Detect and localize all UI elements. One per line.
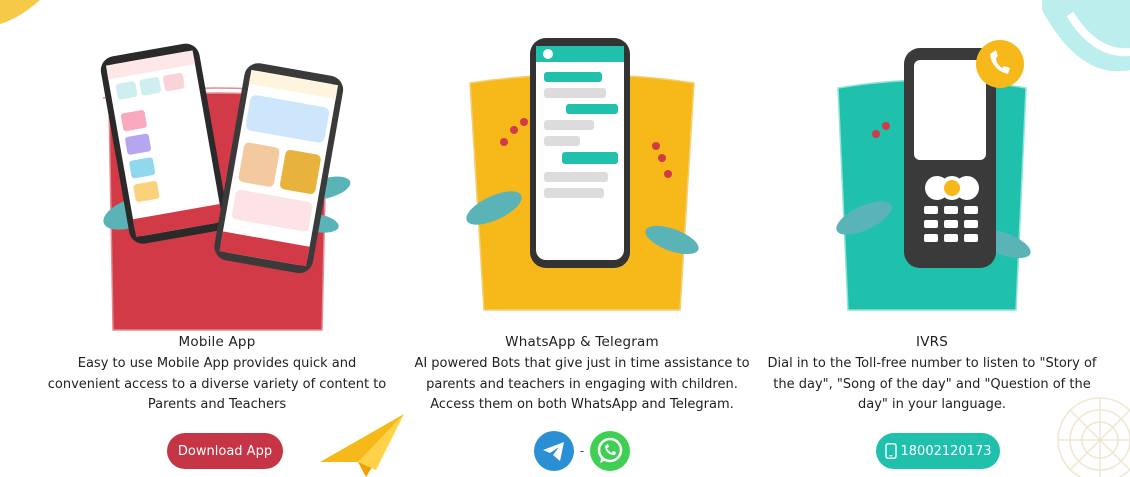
- download-app-button[interactable]: Download App: [167, 433, 283, 469]
- call-tollfree-button[interactable]: 18002120173: [876, 433, 1000, 469]
- separator: -: [579, 444, 585, 458]
- feature-title: IVRS: [916, 334, 948, 350]
- feature-description: Easy to use Mobile App provides quick an…: [47, 356, 387, 412]
- feature-phone-illustration: [836, 40, 1031, 311]
- feature-title: WhatsApp & Telegram: [505, 334, 659, 350]
- social-links: -: [402, 430, 762, 472]
- feature-ivrs: IVRS Dial in to the Toll-free number to …: [752, 0, 1112, 477]
- feature-whatsapp-telegram: WhatsApp & Telegram AI powered Bots that…: [402, 0, 762, 477]
- feature-mobile-app: Mobile App Easy to use Mobile App provid…: [37, 0, 397, 477]
- feature-description: Dial in to the Toll-free number to liste…: [767, 356, 1097, 412]
- mobile-phone-icon: [884, 443, 897, 459]
- telegram-icon[interactable]: [533, 431, 574, 471]
- phone-number: 18002120173: [900, 443, 992, 459]
- feature-description: AI powered Bots that give just in time a…: [414, 356, 750, 412]
- whatsapp-icon[interactable]: [590, 431, 631, 471]
- corner-yellow-shape: [0, 0, 40, 24]
- mobile-phones-illustration: [100, 43, 351, 331]
- feature-title: Mobile App: [178, 334, 256, 350]
- chat-phone-illustration: [466, 38, 699, 311]
